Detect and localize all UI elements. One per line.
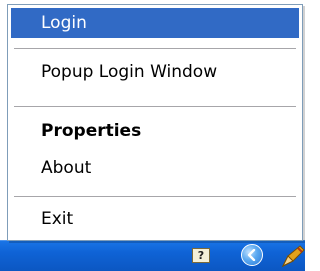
menu-item-properties[interactable]: Properties — [11, 116, 299, 146]
menu-item-login[interactable]: Login — [11, 8, 299, 38]
screen: ? Login Popup Login Window Properties Ab… — [0, 0, 305, 271]
menu-item-about[interactable]: About — [11, 153, 299, 183]
menu-separator — [14, 106, 296, 107]
menu-item-popup-login-window[interactable]: Popup Login Window — [11, 57, 299, 87]
tray-context-menu: Login Popup Login Window Properties Abou… — [7, 4, 303, 241]
back-arrow-icon[interactable] — [241, 244, 263, 266]
help-icon[interactable]: ? — [192, 248, 210, 263]
menu-separator — [14, 196, 296, 197]
menu-separator — [14, 48, 296, 49]
menu-item-exit[interactable]: Exit — [11, 204, 299, 234]
pen-icon[interactable] — [280, 244, 305, 268]
